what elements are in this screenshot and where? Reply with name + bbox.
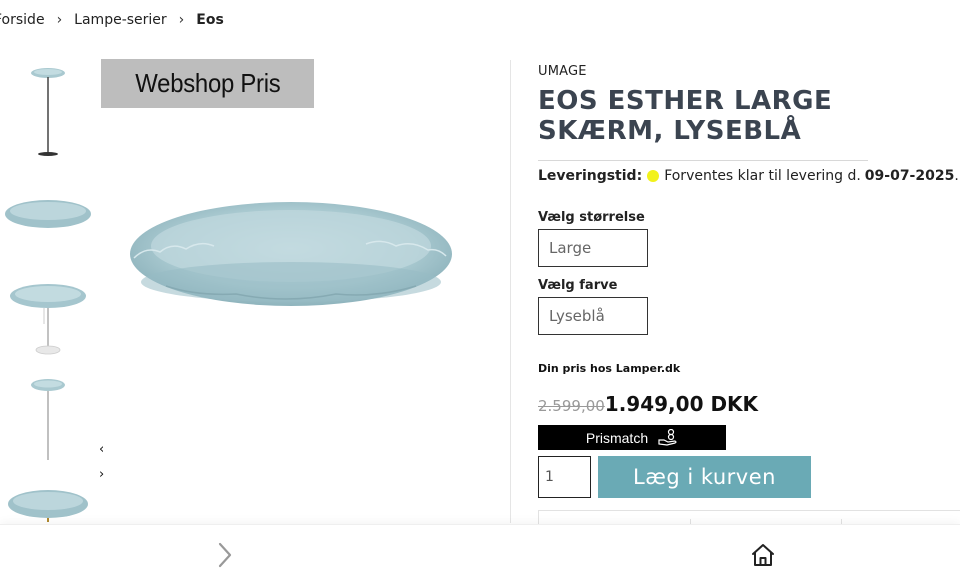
price-row: 2.599,00 1.949,00 DKK <box>538 392 758 416</box>
delivery-text: Forventes klar til levering d. <box>664 168 861 184</box>
prismatch-button[interactable]: Prismatch <box>538 425 726 450</box>
breadcrumb-separator: › <box>56 12 63 28</box>
old-price: 2.599,00 <box>538 397 605 415</box>
main-product-image <box>126 186 456 311</box>
gallery-prev-button[interactable]: ‹ <box>99 442 104 457</box>
breadcrumb-home[interactable]: Forside <box>0 12 45 28</box>
delivery-label: Leveringstid: <box>538 168 643 184</box>
webshop-price-badge-text: Webshop Pris <box>134 68 281 98</box>
delivery-date: 09-07-2025 <box>864 168 955 184</box>
webshop-price-badge: Webshop Pris <box>101 59 314 108</box>
color-select[interactable]: Lyseblå <box>538 297 648 335</box>
prismatch-label: Prismatch <box>585 429 649 446</box>
thumbnail-list <box>0 60 96 522</box>
delivery-suffix: . <box>954 168 959 184</box>
breadcrumb-current: Eos <box>196 12 224 28</box>
current-price: 1.949,00 DKK <box>604 392 759 416</box>
product-brand[interactable]: UMAGE <box>538 64 587 79</box>
breadcrumb: Forside › Lampe-serier › Eos <box>0 12 224 28</box>
breadcrumb-lamp-series[interactable]: Lampe-serier <box>74 12 167 28</box>
price-label: Din pris hos Lamper.dk <box>538 362 681 375</box>
product-title: EOS ESTHER LARGE SKÆRM, LYSEBLÅ <box>538 86 833 146</box>
delivery-info: Leveringstid: Forventes klar til leverin… <box>538 166 960 186</box>
quantity-input[interactable]: 1 <box>538 456 591 498</box>
title-divider <box>538 160 868 161</box>
bottom-nav-bar <box>0 524 960 583</box>
thumbnail-floor-lamp[interactable] <box>0 60 96 160</box>
breadcrumb-separator: › <box>178 12 185 28</box>
thumbnail-table-lamp[interactable] <box>0 260 96 360</box>
add-to-cart-button[interactable]: Læg i kurven <box>598 456 811 498</box>
price-match-icon <box>658 428 677 446</box>
color-label: Vælg farve <box>538 278 618 293</box>
gallery-next-button[interactable]: › <box>99 467 104 482</box>
size-label: Vælg størrelse <box>538 210 645 225</box>
thumbnail-floor-lamp-brass[interactable] <box>0 360 96 469</box>
chevron-right-icon[interactable] <box>212 541 238 569</box>
delivery-status-dot <box>647 170 660 182</box>
column-divider <box>510 60 511 523</box>
size-select[interactable]: Large <box>538 229 648 267</box>
thumbnail-shade-partial[interactable] <box>0 460 96 522</box>
home-icon[interactable] <box>750 541 776 569</box>
thumbnail-shade[interactable] <box>0 160 96 260</box>
